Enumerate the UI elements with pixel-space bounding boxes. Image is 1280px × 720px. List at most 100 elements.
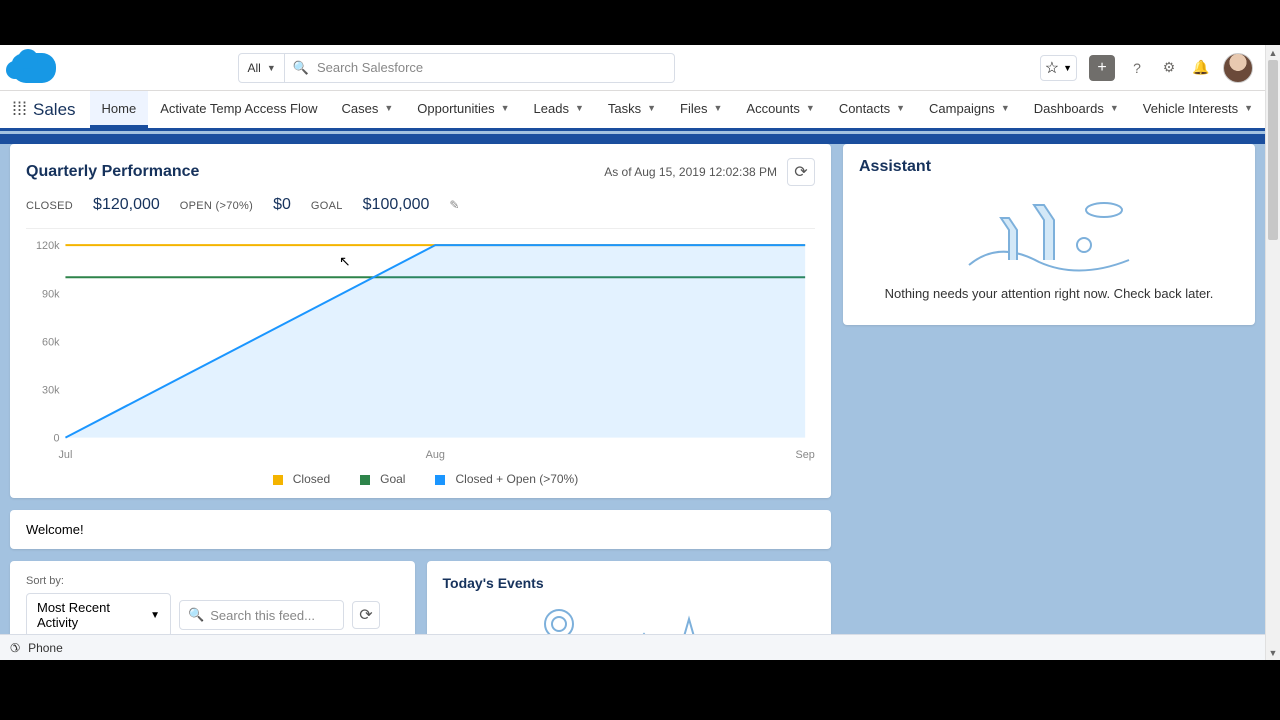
welcome-card: Welcome! [10,510,831,549]
feed-sort-select[interactable]: Most Recent Activity ▼ [26,593,171,634]
notifications-button[interactable]: 🔔 [1191,58,1211,78]
svg-text:Aug: Aug [426,449,445,461]
nav-item-leads[interactable]: Leads ▼ [522,91,596,128]
perf-chart: 030k60k90k120kJulAugSep [26,228,815,468]
feed-search-input[interactable]: 🔍 Search this feed... [179,600,344,630]
perf-asof: As of Aug 15, 2019 12:02:38 PM [604,165,777,179]
search-icon: 🔍 [188,607,204,623]
goal-value: $100,000 [363,196,430,214]
app-launcher-button[interactable]: ⁞⁞⁞ [12,91,27,128]
setup-button[interactable]: ⚙ [1159,58,1179,78]
scroll-up-icon: ▲ [1266,45,1280,60]
welcome-text: Welcome! [26,522,84,537]
search-icon: 🔍 [293,60,309,76]
nav-item-label: Cases [342,101,379,116]
chevron-down-icon: ▼ [575,103,584,113]
svg-text:60k: 60k [42,336,60,348]
search-scope-dropdown[interactable]: All ▼ [238,53,284,83]
svg-text:Sep: Sep [795,449,814,461]
refresh-button[interactable]: ⟳ [787,158,815,186]
nav-item-activate-temp-access-flow[interactable]: Activate Temp Access Flow [148,91,329,128]
chevron-down-icon: ▼ [501,103,510,113]
nav-item-accounts[interactable]: Accounts▼ [734,91,826,128]
chevron-down-icon: ▼ [150,610,160,621]
nav-item-label: Opportunities [417,101,494,116]
nav-item-label: Files [680,101,707,116]
gear-icon: ⚙ [1163,59,1176,76]
assistant-empty-msg: Nothing needs your attention right now. … [859,286,1239,301]
scroll-thumb[interactable] [1268,60,1278,240]
nav-item-contacts[interactable]: Contacts ▼ [827,91,917,128]
nav-item-files[interactable]: Files ▼ [668,91,734,128]
nav-item-label: Campaigns [929,101,995,116]
nav-item-tasks[interactable]: Tasks ▼ [596,91,668,128]
global-header: All ▼ 🔍 Search Salesforce ☆ ▼ + ? ⚙ 🔔 [0,45,1265,91]
bell-icon: 🔔 [1192,59,1209,76]
closed-label: CLOSED [26,200,73,212]
context-navbar: ⁞⁞⁞ Sales Home Activate Temp Access Flow C… [0,91,1265,131]
page-scrollbar[interactable]: ▲ ▼ [1265,45,1280,660]
open-label: OPEN (>70%) [180,200,253,212]
user-avatar[interactable] [1223,53,1253,83]
feed-refresh-button[interactable]: ⟳ [352,601,380,629]
svg-text:Jul: Jul [59,449,73,461]
question-icon: ? [1133,60,1141,76]
nav-item-label: Dashboards [1034,101,1104,116]
chevron-down-icon: ▼ [1244,103,1253,113]
quarterly-performance-card: ↖ Quarterly Performance As of Aug 15, 20… [10,144,831,498]
favorites-dropdown[interactable]: ☆ ▼ [1040,55,1077,81]
chevron-down-icon: ▼ [896,103,905,113]
chevron-down-icon: ▼ [713,103,722,113]
app-name: Sales [27,91,90,128]
chevron-down-icon: ▼ [806,103,815,113]
nav-item-label: Contacts [839,101,890,116]
pencil-icon: ✎ [449,198,459,212]
scroll-down-icon: ▼ [1266,645,1280,660]
svg-text:90k: 90k [42,288,60,300]
chevron-down-icon: ▼ [384,103,393,113]
global-add-button[interactable]: + [1089,55,1115,81]
assistant-title: Assistant [859,158,1239,176]
nav-item-campaigns[interactable]: Campaigns ▼ [917,91,1022,128]
nav-item-opportunities[interactable]: Opportunities ▼ [405,91,521,128]
goal-label: GOAL [311,200,343,212]
nav-item-home[interactable]: Home [90,91,149,128]
nav-item-label: Activate Temp Access Flow [160,101,317,116]
utility-bar: ✆ Phone [0,634,1265,660]
events-title: Today's Events [443,575,816,591]
refresh-icon: ⟳ [359,605,372,625]
feed-card: Sort by: Most Recent Activity ▼ 🔍 Search… [10,561,415,634]
nav-item-dashboards[interactable]: Dashboards ▼ [1022,91,1131,128]
waffle-icon: ⁞⁞⁞ [12,99,27,120]
chevron-down-icon: ▼ [647,103,656,113]
chevron-down-icon: ▼ [1063,63,1072,73]
salesforce-logo [12,53,56,83]
closed-value: $120,000 [93,196,160,214]
star-icon: ☆ [1045,58,1059,78]
utility-phone-button[interactable]: Phone [28,641,63,655]
events-card: Today's Events [427,561,832,634]
chevron-down-icon: ▼ [267,63,276,73]
nav-item-label: Tasks [608,101,641,116]
edit-goal-button[interactable]: ✎ [449,198,459,212]
search-placeholder: Search Salesforce [317,60,423,75]
assistant-card: Assistant Nothing [843,144,1255,325]
plus-icon: + [1097,59,1106,77]
refresh-icon: ⟳ [794,162,807,182]
chevron-down-icon: ▼ [1110,103,1119,113]
nav-item-label: Leads [534,101,569,116]
nav-item-cases[interactable]: Cases ▼ [330,91,406,128]
help-button[interactable]: ? [1127,58,1147,78]
chevron-down-icon: ▼ [1001,103,1010,113]
perf-title: Quarterly Performance [26,163,199,181]
global-search-input[interactable]: 🔍 Search Salesforce [285,53,675,83]
phone-icon: ✆ [10,641,20,655]
svg-text:0: 0 [54,433,60,445]
nav-item-vehicle-interests[interactable]: Vehicle Interests ▼ [1131,91,1265,128]
feed-search-placeholder: Search this feed... [210,608,315,623]
sortby-label: Sort by: [26,575,399,587]
open-value: $0 [273,196,291,214]
nav-item-label: Home [102,101,137,116]
nav-item-label: Vehicle Interests [1143,101,1238,116]
svg-text:30k: 30k [42,384,60,396]
